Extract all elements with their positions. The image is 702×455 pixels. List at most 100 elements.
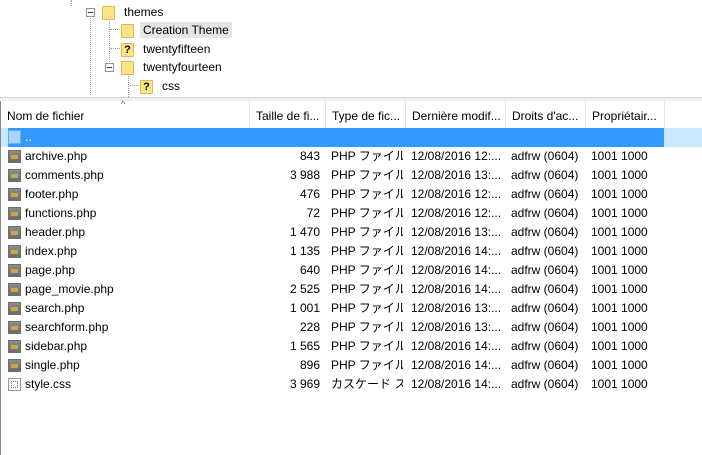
- column-header-type[interactable]: Type de fic...: [326, 101, 406, 129]
- cell-owner: 1001 1000: [591, 244, 648, 258]
- tree-node-twentyfifteen[interactable]: ? twentyfifteen: [121, 40, 213, 58]
- table-row[interactable]: searchform.php 228 PHP ファイル 12/08/2016 13:.…: [1, 318, 702, 337]
- php-file-icon: [8, 169, 21, 182]
- cell-modified: 12/08/2016 13:...: [411, 320, 502, 334]
- tree-node-label: twentyfourteen: [143, 60, 222, 74]
- cell-name: index.php: [25, 244, 78, 258]
- table-row[interactable]: archive.php 843 PHP ファイル 12/08/2016 12:... a…: [1, 147, 702, 166]
- php-file-icon: [8, 150, 21, 163]
- table-row[interactable]: single.php 896 PHP ファイル 12/08/2016 14:... ad…: [1, 356, 702, 375]
- tree-node-label: twentyfifteen: [143, 42, 211, 56]
- cell-name: style.css: [25, 377, 72, 391]
- cell-name: header.php: [25, 225, 86, 239]
- tree-node-label: themes: [124, 5, 164, 19]
- cell-modified: 12/08/2016 12:...: [411, 206, 502, 220]
- tree-node-creation-theme[interactable]: Creation Theme: [121, 21, 232, 39]
- cell-size: 3 988: [289, 168, 320, 182]
- cell-size: 843: [299, 149, 320, 163]
- tree-node-css[interactable]: ? css: [140, 77, 183, 95]
- table-row[interactable]: comments.php 3 988 PHP ファイル 12/08/2016 13:.…: [1, 166, 702, 185]
- tree-connector: [129, 85, 139, 86]
- tree-node-label: css: [162, 79, 180, 93]
- directory-tree[interactable]: themes Creation Theme ? twentyfifteen tw…: [0, 0, 702, 97]
- file-list[interactable]: ^ Nom de fichier Taille de fi... Type de…: [0, 101, 702, 455]
- table-row[interactable]: page.php 640 PHP ファイル 12/08/2016 14:... adfr…: [1, 261, 702, 280]
- cell-size: 1 470: [289, 225, 320, 239]
- cell-name: archive.php: [25, 149, 88, 163]
- cell-rights: adfrw (0604): [511, 377, 579, 391]
- cell-modified: 12/08/2016 14:...: [411, 282, 502, 296]
- folder-icon: [102, 6, 115, 20]
- cell-size: 228: [299, 320, 320, 334]
- column-header-rights[interactable]: Droits d'ac...: [506, 101, 586, 129]
- cell-owner: 1001 1000: [591, 301, 648, 315]
- column-header-modified[interactable]: Dernière modif...: [406, 101, 506, 129]
- php-file-icon: [8, 207, 21, 220]
- table-row[interactable]: index.php 1 135 PHP ファイル 12/08/2016 14:... a…: [1, 242, 702, 261]
- cell-name: comments.php: [25, 168, 104, 182]
- tree-node-themes[interactable]: themes: [86, 3, 166, 21]
- cell-size: 896: [299, 358, 320, 372]
- cell-owner: 1001 1000: [591, 263, 648, 277]
- unknown-folder-icon: ?: [140, 80, 153, 94]
- cell-owner: 1001 1000: [591, 168, 648, 182]
- cell-rights: adfrw (0604): [511, 358, 579, 372]
- column-header: ^ Nom de fichier Taille de fi... Type de…: [1, 101, 702, 130]
- cell-rights: adfrw (0604): [511, 225, 579, 239]
- cell-name: search.php: [25, 301, 85, 315]
- cell-owner: 1001 1000: [591, 187, 648, 201]
- cell-type: PHP ファイル: [331, 320, 403, 334]
- cell-type: PHP ファイル: [331, 244, 403, 258]
- cell-name: functions.php: [25, 206, 97, 220]
- cell-size: 72: [306, 206, 320, 220]
- cell-rights: adfrw (0604): [511, 187, 579, 201]
- tree-connector: [90, 18, 91, 95]
- tree-connector: [71, 0, 72, 6]
- cell-size: 3 969: [289, 377, 320, 391]
- tree-node-twentyfourteen[interactable]: twentyfourteen: [105, 58, 225, 76]
- tree-connector: [110, 29, 120, 30]
- cell-type: PHP ファイル: [331, 168, 403, 182]
- collapse-icon[interactable]: [86, 7, 95, 17]
- parent-folder-icon: [8, 130, 21, 144]
- collapse-icon[interactable]: [105, 62, 114, 72]
- table-row[interactable]: style.css 3 969 カスケード ス... 12/08/2016 14:..…: [1, 375, 702, 394]
- css-file-icon: [8, 378, 21, 391]
- php-file-icon: [8, 359, 21, 372]
- cell-owner: 1001 1000: [591, 149, 648, 163]
- cell-modified: 12/08/2016 14:...: [411, 263, 502, 277]
- table-row[interactable]: sidebar.php 1 565 PHP ファイル 12/08/2016 14:..…: [1, 337, 702, 356]
- cell-modified: 12/08/2016 14:...: [411, 244, 502, 258]
- php-file-icon: [8, 321, 21, 334]
- table-row[interactable]: page_movie.php 2 525 PHP ファイル 12/08/2016 14…: [1, 280, 702, 299]
- cell-owner: 1001 1000: [591, 225, 648, 239]
- php-file-icon: [8, 188, 21, 201]
- column-header-name[interactable]: ^ Nom de fichier: [1, 101, 250, 129]
- cell-rights: adfrw (0604): [511, 339, 579, 353]
- cell-name: single.php: [25, 358, 80, 372]
- php-file-icon: [8, 302, 21, 315]
- cell-type: PHP ファイル: [331, 149, 403, 163]
- table-row[interactable]: header.php 1 470 PHP ファイル 12/08/2016 13:...…: [1, 223, 702, 242]
- cell-owner: 1001 1000: [591, 358, 648, 372]
- cell-name: searchform.php: [25, 320, 109, 334]
- column-header-size[interactable]: Taille de fi...: [250, 101, 326, 129]
- cell-name: page.php: [25, 263, 76, 277]
- table-row[interactable]: search.php 1 001 PHP ファイル 12/08/2016 13:...…: [1, 299, 702, 318]
- cell-modified: 12/08/2016 12:...: [411, 187, 502, 201]
- cell-rights: adfrw (0604): [511, 206, 579, 220]
- table-row[interactable]: functions.php 72 PHP ファイル 12/08/2016 12:...…: [1, 204, 702, 223]
- cell-size: 1 565: [289, 339, 320, 353]
- unknown-folder-icon: ?: [121, 43, 134, 57]
- parent-directory-row[interactable]: ..: [1, 128, 702, 147]
- cell-owner: 1001 1000: [591, 377, 648, 391]
- cell-modified: 12/08/2016 13:...: [411, 168, 502, 182]
- cell-name: footer.php: [25, 187, 79, 201]
- cell-size: 476: [299, 187, 320, 201]
- column-header-owner[interactable]: Propriétair...: [586, 101, 665, 129]
- cell-name: sidebar.php: [25, 339, 88, 353]
- cell-type: PHP ファイル: [331, 187, 403, 201]
- table-row[interactable]: footer.php 476 PHP ファイル 12/08/2016 12:... ad…: [1, 185, 702, 204]
- cell-size: 2 525: [289, 282, 320, 296]
- cell-type: PHP ファイル: [331, 339, 403, 353]
